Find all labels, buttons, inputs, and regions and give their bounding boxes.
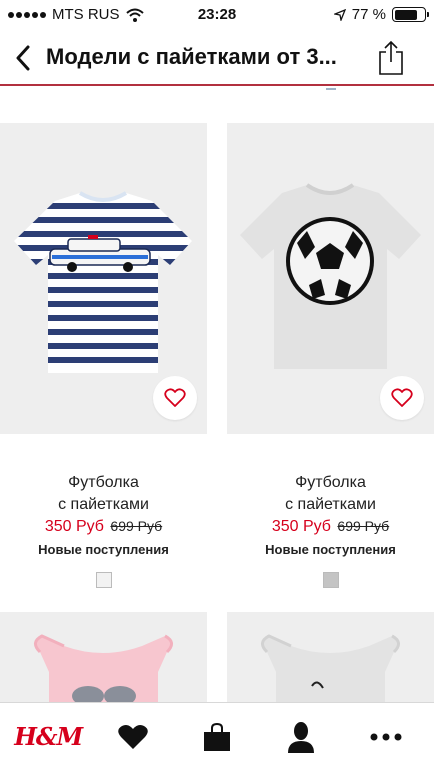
status-bar: MTS RUS 23:28 77 % [0,0,434,30]
pink-tshirt-image [34,634,173,702]
share-button[interactable] [374,38,408,78]
product-info: Футболка с пайетками 350 Руб 699 Руб Нов… [0,434,207,588]
old-price: 699 Руб [110,518,163,534]
hm-logo: H&M [14,722,83,751]
product-card[interactable] [0,612,207,702]
nav-favorites[interactable] [103,707,163,767]
more-icon [370,733,402,740]
new-arrivals-badge: Новые поступления [38,542,169,557]
nav-account[interactable] [271,707,331,767]
color-swatch[interactable] [95,572,112,588]
color-swatch[interactable] [322,572,339,588]
product-name-line2: с пайетками [285,496,376,513]
product-image[interactable] [227,123,434,434]
football-print [286,217,374,305]
favorite-button[interactable] [153,376,197,420]
product-image[interactable] [227,612,434,702]
favorite-button[interactable] [380,376,424,420]
product-name-line2: с пайетками [58,496,149,513]
battery-icon [392,7,429,22]
heart-outline-icon [164,388,186,407]
bottom-nav: H&M [0,702,434,770]
user-icon [288,721,315,753]
product-card[interactable]: Футболка с пайетками 350 Руб 699 Руб Нов… [227,123,434,588]
grey-tshirt-image [261,634,400,702]
product-name-line1: Футболка [295,474,366,491]
location-arrow-icon [333,8,346,21]
heart-icon [117,724,148,749]
nav-more[interactable] [356,707,416,767]
share-icon [379,40,403,75]
scroll-edge-marker [326,88,336,90]
product-card[interactable] [227,612,434,702]
product-image[interactable] [0,612,207,702]
heart-outline-icon [391,388,413,407]
product-grid: Футболка с пайетками 350 Руб 699 Руб Нов… [0,88,434,702]
sale-price: 350 Руб [271,518,331,535]
product-image[interactable] [0,123,207,434]
price-line: 350 Руб 699 Руб [227,518,434,536]
battery-fill [394,9,417,20]
product-info: Футболка с пайетками 350 Руб 699 Руб Нов… [227,434,434,588]
nav-bag[interactable] [187,707,247,767]
bag-icon [203,722,230,751]
new-arrivals-badge: Новые поступления [265,542,396,557]
battery-percent: 77 % [351,6,386,23]
price-line: 350 Руб 699 Руб [0,518,207,536]
header: Модели с пайетками от 3... [0,30,434,86]
chevron-left-icon [16,45,30,71]
product-name-line1: Футболка [68,474,139,491]
product-card[interactable]: Футболка с пайетками 350 Руб 699 Руб Нов… [0,123,207,588]
sale-price: 350 Руб [44,518,104,535]
nav-home[interactable]: H&M [14,707,83,767]
page-title: Модели с пайетками от 3... [46,44,337,69]
back-button[interactable] [6,38,40,78]
old-price: 699 Руб [337,518,390,534]
status-right: 77 % [333,6,429,23]
